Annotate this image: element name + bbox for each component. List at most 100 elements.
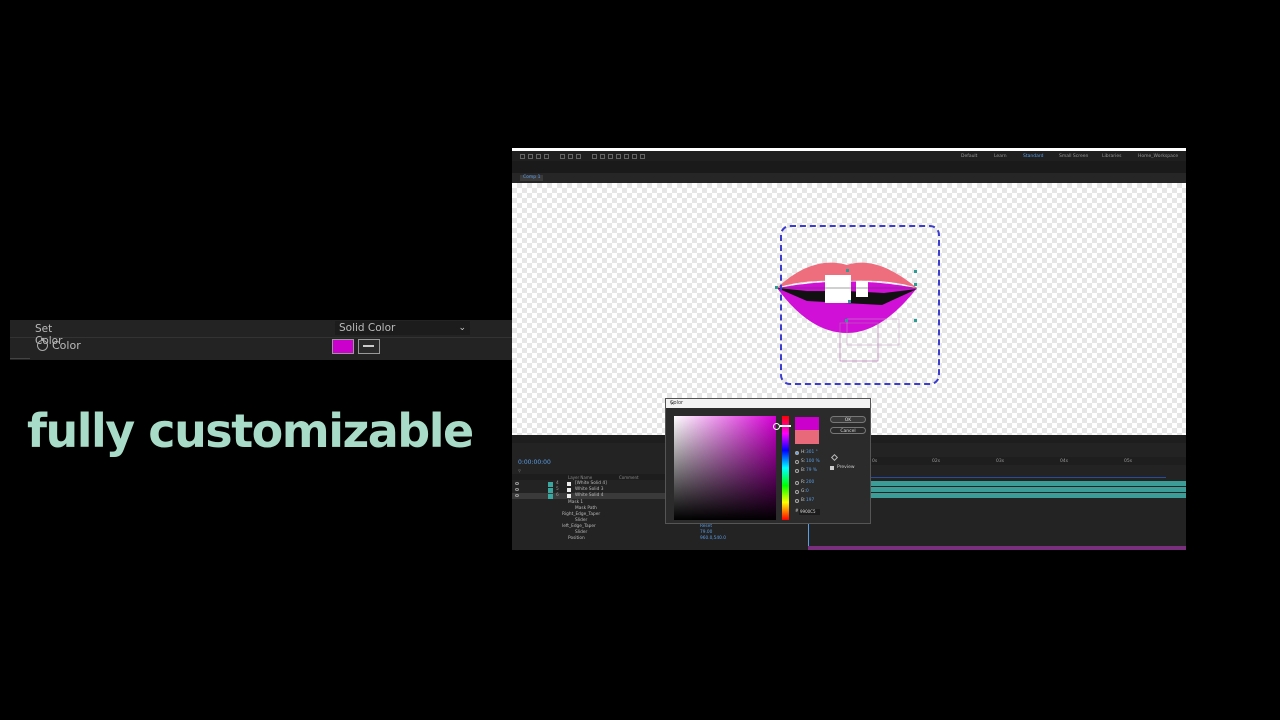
brightness-field[interactable]: B: 79 % bbox=[795, 468, 829, 474]
timecode[interactable]: 0:00:00:00 bbox=[518, 459, 551, 466]
ruler-tick: 02s bbox=[932, 459, 941, 464]
composition-tab-bar: Comp 1 bbox=[512, 173, 1186, 183]
radio-icon[interactable] bbox=[795, 499, 799, 503]
col-layer-name: Layer Name bbox=[568, 475, 593, 480]
field-value[interactable]: 0 bbox=[806, 489, 809, 494]
layer-name: White Solid 3 bbox=[575, 487, 604, 492]
radio-icon[interactable] bbox=[795, 451, 799, 455]
ruler-tick: 03s bbox=[996, 459, 1005, 464]
solid-icon bbox=[567, 494, 571, 498]
workspace-standard[interactable]: Standard bbox=[1023, 154, 1043, 159]
camera-tool-icon[interactable] bbox=[568, 154, 573, 159]
field-value[interactable]: 301 ° bbox=[806, 450, 818, 455]
field-value[interactable]: 100 % bbox=[806, 459, 820, 464]
layer-track[interactable] bbox=[808, 546, 1186, 550]
time-ruler[interactable]: 0s 02s 03s 04s 05s bbox=[870, 457, 1186, 465]
rotate-tool-icon[interactable] bbox=[560, 154, 565, 159]
hue-slider[interactable] bbox=[782, 416, 789, 520]
field-value[interactable]: 200 bbox=[806, 480, 814, 485]
hue-slider-handle[interactable] bbox=[780, 425, 791, 427]
layer-name: White Solid 4 bbox=[575, 493, 604, 498]
layer-number: 6 bbox=[556, 493, 559, 498]
prop-position[interactable]: Position bbox=[568, 536, 585, 542]
timeline-column-headers: Layer Name Comment bbox=[512, 474, 667, 480]
puppet-tool-icon[interactable] bbox=[640, 154, 645, 159]
field-label: S: bbox=[801, 459, 806, 464]
chevron-down-icon: ⌄ bbox=[458, 323, 466, 333]
clone-tool-icon[interactable] bbox=[624, 154, 629, 159]
ok-button[interactable]: OK bbox=[830, 416, 866, 423]
field-label: H: bbox=[801, 450, 806, 455]
cancel-button[interactable]: Cancel bbox=[830, 427, 866, 434]
prop-value-slider[interactable]: 79.00 bbox=[700, 530, 712, 535]
selection-tool-icon[interactable] bbox=[528, 154, 533, 159]
pan-tool-icon[interactable] bbox=[576, 154, 581, 159]
home-icon[interactable] bbox=[520, 154, 525, 159]
layer-track[interactable] bbox=[870, 477, 1166, 478]
radio-icon[interactable] bbox=[795, 481, 799, 485]
col-comment: Comment bbox=[619, 475, 639, 480]
ruler-tick: 0s bbox=[872, 459, 878, 464]
layer-row[interactable]: 6 White Solid 4 bbox=[512, 493, 667, 499]
radio-icon[interactable] bbox=[795, 460, 799, 464]
field-value[interactable]: 79 % bbox=[806, 468, 817, 473]
eyedropper-icon[interactable] bbox=[830, 453, 839, 462]
hand-tool-icon[interactable] bbox=[536, 154, 541, 159]
eye-icon[interactable] bbox=[515, 488, 519, 491]
text-tool-icon[interactable] bbox=[608, 154, 613, 159]
prop-value-position[interactable]: 960.0,540.0 bbox=[700, 536, 726, 541]
hex-input[interactable]: 9900C5 bbox=[799, 509, 820, 515]
radio-icon[interactable] bbox=[795, 490, 799, 494]
comp-chip[interactable]: Comp 1 bbox=[520, 175, 544, 181]
hue-field[interactable]: H: 301 ° bbox=[795, 450, 829, 456]
field-label: R: bbox=[801, 480, 806, 485]
label-color[interactable] bbox=[548, 494, 553, 499]
field-value[interactable]: 197 bbox=[806, 498, 814, 503]
saturation-brightness-field[interactable] bbox=[674, 416, 776, 520]
color-swatch[interactable] bbox=[332, 339, 354, 354]
solid-icon bbox=[567, 488, 571, 492]
color-label: Color bbox=[52, 339, 81, 352]
eraser-tool-icon[interactable] bbox=[632, 154, 637, 159]
panel-tabs bbox=[512, 161, 1186, 173]
saturation-field[interactable]: S: 100 % bbox=[795, 459, 829, 465]
layer-track[interactable] bbox=[870, 481, 1186, 486]
ruler-tick: 05s bbox=[1124, 459, 1133, 464]
red-field[interactable]: R: 200 bbox=[795, 480, 829, 486]
radio-icon[interactable] bbox=[795, 469, 799, 473]
workspace-default[interactable]: Default bbox=[961, 154, 977, 159]
layer-track[interactable] bbox=[870, 493, 1186, 498]
old-color-swatch[interactable] bbox=[795, 430, 819, 444]
eye-icon[interactable] bbox=[515, 494, 519, 497]
close-icon[interactable]: × bbox=[670, 400, 866, 407]
set-color-dropdown[interactable]: Solid Color ⌄ bbox=[335, 321, 470, 335]
layer-name: [White Solid 4] bbox=[575, 481, 607, 486]
mask-tool-icon[interactable] bbox=[592, 154, 597, 159]
preview-label: Preview bbox=[837, 465, 855, 470]
zoom-tool-icon[interactable] bbox=[544, 154, 549, 159]
tools-toolbar: Default Learn Standard Small Screen Libr… bbox=[512, 151, 1186, 161]
ruler-tick: 04s bbox=[1060, 459, 1069, 464]
blue-field[interactable]: B: 197 bbox=[795, 498, 829, 504]
workspace-libraries[interactable]: Libraries bbox=[1102, 154, 1121, 159]
workspace-home[interactable]: Home_Workspace bbox=[1138, 154, 1178, 159]
green-field[interactable]: G: 0 bbox=[795, 489, 829, 495]
divider bbox=[10, 358, 30, 359]
field-label: B: bbox=[801, 468, 806, 473]
color-field-cursor[interactable] bbox=[773, 423, 780, 430]
pen-tool-icon[interactable] bbox=[600, 154, 605, 159]
layer-number: 4 bbox=[556, 481, 559, 486]
brush-tool-icon[interactable] bbox=[616, 154, 621, 159]
checkbox-icon[interactable] bbox=[830, 466, 834, 470]
layer-track[interactable] bbox=[870, 487, 1186, 492]
workspace-small-screen[interactable]: Small Screen bbox=[1059, 154, 1088, 159]
selection-bounding-box[interactable] bbox=[780, 225, 940, 385]
dialog-titlebar: Color × bbox=[666, 399, 870, 408]
stopwatch-icon[interactable] bbox=[37, 338, 48, 351]
set-color-value: Solid Color bbox=[339, 322, 396, 334]
eye-icon[interactable] bbox=[515, 482, 519, 485]
prop-value-reset[interactable]: Reset bbox=[700, 524, 712, 529]
timeline-search[interactable]: ⚲ bbox=[518, 468, 521, 473]
workspace-learn[interactable]: Learn bbox=[994, 154, 1007, 159]
eyedropper-icon[interactable] bbox=[358, 339, 380, 354]
